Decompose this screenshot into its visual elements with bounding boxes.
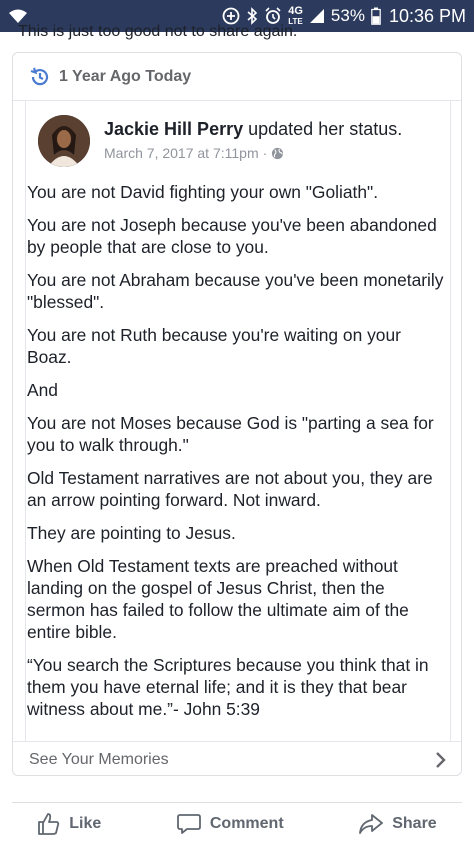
post-meta: March 7, 2017 at 7:11pm · bbox=[104, 145, 284, 161]
signal-icon bbox=[309, 9, 324, 23]
avatar-portrait bbox=[38, 115, 90, 167]
post-paragraph: You are not Joseph because you've been a… bbox=[27, 215, 437, 257]
author-line: Jackie Hill Perry updated her status. bbox=[104, 119, 402, 140]
memory-header: 1 Year Ago Today bbox=[13, 53, 461, 101]
battery-fill bbox=[372, 16, 380, 24]
see-memories-link[interactable]: See Your Memories bbox=[13, 741, 461, 777]
post-paragraph: You are not Abraham because you've been … bbox=[27, 270, 444, 312]
globe-icon bbox=[272, 147, 284, 159]
author-name[interactable]: Jackie Hill Perry bbox=[104, 119, 243, 139]
post-paragraph: You are not Moses because God is "partin… bbox=[27, 413, 434, 455]
battery-percent: 53% bbox=[330, 6, 365, 25]
battery-icon bbox=[371, 7, 381, 25]
thumbs-up-icon bbox=[38, 813, 60, 835]
post-body: You are not David fighting your own "Gol… bbox=[27, 181, 447, 731]
actions-divider bbox=[12, 802, 462, 803]
post-date[interactable]: March 7, 2017 at 7:11pm bbox=[104, 145, 259, 161]
share-icon bbox=[359, 814, 384, 834]
post-paragraph: You are not David fighting your own "Gol… bbox=[27, 182, 379, 202]
memory-title: 1 Year Ago Today bbox=[59, 67, 192, 85]
like-label: Like bbox=[69, 815, 102, 832]
network-type-label: 4G bbox=[288, 4, 303, 17]
post-paragraph: You are not Ruth because you're waiting … bbox=[27, 325, 401, 367]
chevron-right-icon bbox=[436, 751, 446, 768]
comment-icon bbox=[176, 814, 201, 834]
history-icon bbox=[30, 67, 49, 85]
post-actions: Like Comment Share bbox=[0, 806, 474, 842]
avatar[interactable] bbox=[38, 115, 90, 167]
like-button[interactable]: Like bbox=[37, 812, 101, 836]
share-button[interactable]: Share bbox=[358, 812, 437, 836]
author-action: updated her status. bbox=[248, 119, 403, 139]
post-caption-truncated: This is just too good not to share again… bbox=[18, 23, 298, 40]
see-memories-label: See Your Memories bbox=[29, 750, 169, 768]
clock: 10:36 PM bbox=[388, 5, 466, 26]
share-label: Share bbox=[392, 815, 437, 832]
post-paragraph: “You search the Scriptures because you t… bbox=[27, 655, 429, 719]
post-paragraph: They are pointing to Jesus. bbox=[27, 523, 236, 543]
comment-button[interactable]: Comment bbox=[176, 812, 284, 836]
memory-card: 1 Year Ago Today Jackie Hill Perry updat… bbox=[12, 52, 462, 776]
meta-separator: · bbox=[262, 145, 268, 161]
post-header: Jackie Hill Perry updated her status. Ma… bbox=[26, 101, 450, 167]
post-paragraph: And bbox=[27, 380, 58, 400]
post-paragraph: When Old Testament texts are preached wi… bbox=[27, 556, 409, 642]
comment-label: Comment bbox=[209, 815, 284, 832]
post-paragraph: Old Testament narratives are not about y… bbox=[27, 468, 433, 510]
